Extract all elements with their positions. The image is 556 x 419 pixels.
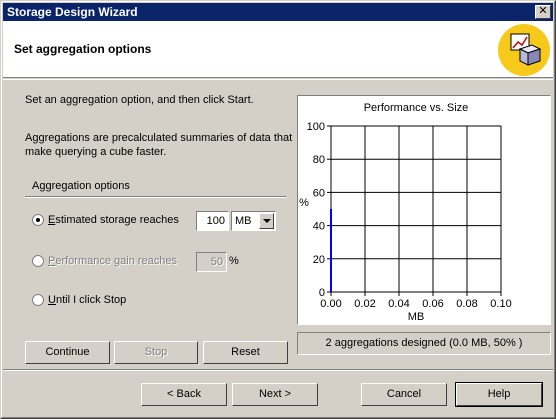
window-title: Storage Design Wizard xyxy=(7,5,138,19)
chart-x-tick-label: 0.00 xyxy=(320,298,341,310)
storage-value-input[interactable]: 100 xyxy=(196,211,229,231)
chart-y-axis-label: % xyxy=(299,197,309,209)
chart-x-tick-label: 0.08 xyxy=(456,298,477,310)
option-estimated-storage[interactable]: Estimated storage reaches xyxy=(32,212,179,228)
continue-button[interactable]: Continue xyxy=(25,341,110,364)
page-title: Set aggregation options xyxy=(14,42,152,56)
wizard-window: Storage Design Wizard ✕ Set aggregation … xyxy=(0,0,556,419)
header-divider xyxy=(3,79,553,80)
chart-y-tick-label: 20 xyxy=(313,254,325,266)
option-performance-gain[interactable]: Performance gain reaches xyxy=(32,253,177,269)
chart-y-tick-label: 60 xyxy=(313,187,325,199)
bottom-divider xyxy=(3,369,553,371)
option-estimated-storage-label: Estimated storage reaches xyxy=(48,214,179,226)
chart-x-tick-label: 0.02 xyxy=(354,298,375,310)
intro-text: Set an aggregation option, and then clic… xyxy=(25,94,254,106)
close-button[interactable]: ✕ xyxy=(535,5,551,19)
status-text: 2 aggregations designed (0.0 MB, 50% ) xyxy=(325,337,523,349)
status-panel: 2 aggregations designed (0.0 MB, 50% ) xyxy=(297,332,551,355)
chart-x-tick-label: 0.06 xyxy=(422,298,443,310)
chart-x-tick-label: 0.04 xyxy=(388,298,409,310)
title-bar[interactable]: Storage Design Wizard ✕ xyxy=(3,3,553,21)
radio-until-stop[interactable] xyxy=(32,294,44,306)
radio-performance-gain[interactable] xyxy=(32,255,44,267)
chart-y-tick-label: 80 xyxy=(313,154,325,166)
chart-y-tick-label: 40 xyxy=(313,221,325,233)
performance-value-input[interactable]: 50 xyxy=(196,252,227,272)
performance-chart: Performance vs. Size 0.00 0.02 0.04 0.06 0.08… xyxy=(297,95,551,325)
wizard-header: Set aggregation options xyxy=(3,21,553,78)
stop-button[interactable]: Stop xyxy=(114,341,198,364)
chart-title: Performance vs. Size xyxy=(364,102,469,114)
chevron-down-icon[interactable] xyxy=(259,213,274,229)
radio-estimated-storage[interactable] xyxy=(32,214,44,226)
chart-canvas: Performance vs. Size 0.00 0.02 0.04 0.06 0.08… xyxy=(299,102,512,323)
back-button[interactable]: < Back xyxy=(141,383,227,406)
help-button[interactable]: Help xyxy=(455,382,543,407)
cube-wizard-icon xyxy=(498,24,550,76)
aggregation-options-label: Aggregation options xyxy=(32,180,130,192)
group-divider xyxy=(25,196,286,198)
storage-unit-select[interactable]: MB xyxy=(231,211,276,231)
close-icon: ✕ xyxy=(538,5,548,17)
chart-y-tick-label: 0 xyxy=(319,287,325,299)
chart-x-axis-label: MB xyxy=(408,311,425,323)
chart-x-tick-label: 0.10 xyxy=(490,298,511,310)
cancel-button[interactable]: Cancel xyxy=(361,383,447,406)
chart-y-tick-label: 100 xyxy=(307,121,325,133)
reset-button[interactable]: Reset xyxy=(203,341,288,364)
performance-unit-label: % xyxy=(229,255,239,267)
description-text: Aggregations are precalculated summaries… xyxy=(25,132,293,158)
option-performance-gain-label: Performance gain reaches xyxy=(48,255,178,267)
next-button[interactable]: Next > xyxy=(232,383,318,406)
option-until-stop-label: Until I click Stop xyxy=(48,294,127,306)
option-until-stop[interactable]: Until I click Stop xyxy=(32,292,126,308)
storage-unit-value: MB xyxy=(235,215,252,227)
